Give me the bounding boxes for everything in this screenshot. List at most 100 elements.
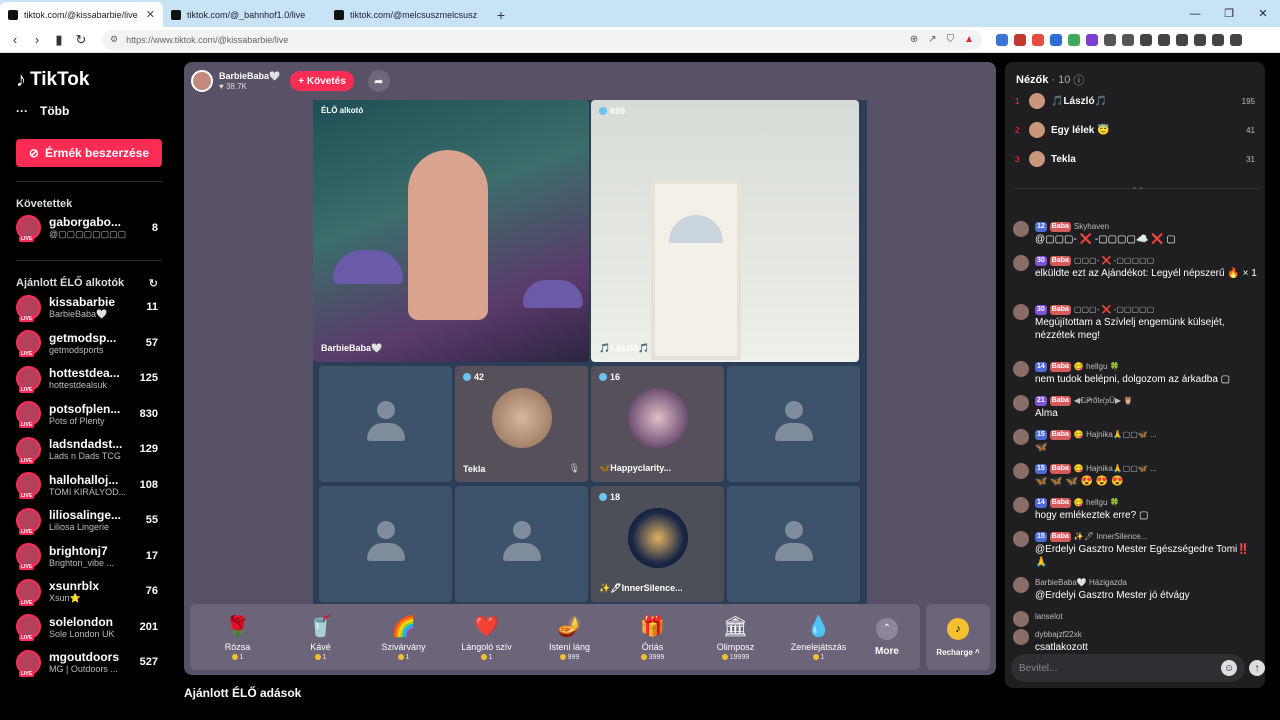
message-username[interactable]: 😋 Hajnika🙏▢▢🦋 ... [1074, 462, 1157, 475]
empty-seat[interactable] [727, 486, 860, 602]
more-menu[interactable]: ··· Több [16, 103, 162, 119]
account-item[interactable]: LIVE gaborgabo... @▢▢▢▢▢▢▢▢ 8 [16, 210, 162, 246]
extension-icon[interactable] [1104, 33, 1116, 46]
share-icon[interactable]: ➦ [367, 70, 390, 92]
top-viewer-row[interactable]: 1 🎵László🎵 195 [1015, 90, 1255, 112]
account-item[interactable]: LIVE hottestdea... hottestdealsuk 125 [16, 361, 162, 397]
video-grid[interactable]: ÉLŐ alkotó BarbieBaba🤍 699 🎵László🎵 42 T… [313, 100, 867, 604]
chat-message[interactable]: 14 Baba 😋 hellgu 🍀 hogy emlékeztek erre? ▢ [1013, 496, 1259, 522]
account-item[interactable]: LIVE ladsndadst... Lads n Dads TCG 129 [16, 432, 162, 468]
expand-chevron-icon[interactable]: ⌄⌄ [1131, 182, 1144, 191]
follow-button[interactable]: + Követés [290, 71, 354, 91]
sidebar-toggle-icon[interactable] [1158, 33, 1170, 46]
empty-seat[interactable] [319, 486, 452, 602]
reload-icon[interactable]: ↻ [72, 30, 90, 50]
host-name[interactable]: BarbieBaba🤍 [219, 71, 280, 82]
empty-seat[interactable] [319, 366, 452, 482]
chat-message[interactable]: BarbieBaba🤍 Házigazda @Erdelyi Gasztro Me… [1013, 576, 1259, 602]
browser-tab-3[interactable]: tiktok.com/@melcsuszmelcsusz [326, 2, 489, 27]
gift-item[interactable]: 💧 Zenelejátszás 1 [777, 614, 860, 661]
get-coins-button[interactable]: ⊘ Érmék beszerzése [16, 139, 162, 167]
chat-message[interactable]: 12 Baba Skyhaven @▢▢▢- ❌ -▢▢▢▢☁️ ❌ ▢ [1013, 220, 1259, 246]
refresh-icon[interactable]: ↻ [149, 277, 158, 290]
site-settings-icon[interactable]: ⚙ [110, 34, 118, 45]
gift-item[interactable]: 🌈 Szivárvány 1 [362, 614, 445, 661]
guest-video-tekla[interactable]: 42 Tekla 🎙 [455, 366, 588, 482]
message-username[interactable]: ◀€𝒫rőt𝑒𝑙𝑝Ù▶ 🦉 [1074, 394, 1133, 407]
bookmark-icon[interactable]: ▮ [50, 30, 68, 50]
tiktok-logo[interactable]: ♪ TikTok [16, 67, 162, 93]
address-bar[interactable]: ⚙ https://www.tiktok.com/@kissabarbie/li… [102, 29, 982, 50]
empty-seat[interactable] [727, 366, 860, 482]
restore-icon[interactable]: ❐ [1212, 0, 1246, 27]
message-username[interactable]: BarbieBaba🤍 Házigazda [1035, 576, 1127, 589]
gift-item[interactable]: 🪔 Isteni láng 999 [528, 614, 611, 661]
gift-item[interactable]: 🌹 Rózsa 1 [196, 614, 279, 661]
account-item[interactable]: LIVE potsofplen... Pots of Plenty 830 [16, 396, 162, 432]
recharge-button[interactable]: ♪ Recharge ^ [926, 604, 990, 670]
account-item[interactable]: LIVE xsunrblx Xsun⭐ 76 [16, 574, 162, 610]
message-username[interactable]: ▢▢▢- ❌ -▢▢▢▢▢ [1074, 254, 1154, 267]
account-item[interactable]: LIVE getmodsp... getmodsports 57 [16, 325, 162, 361]
chat-message[interactable]: 21 Baba ◀€𝒫rőt𝑒𝑙𝑝Ù▶ 🦉 Alma [1013, 394, 1259, 420]
zoom-icon[interactable]: ⊕ [910, 34, 918, 45]
message-username[interactable]: 😋 Hajnika🙏▢▢🦋 ... [1074, 428, 1157, 441]
message-username[interactable]: dybbajzf22xk [1035, 628, 1082, 641]
empty-seat[interactable] [455, 486, 588, 602]
account-item[interactable]: LIVE mgoutdoors MG | Outdoors ... 527 [16, 645, 162, 681]
message-username[interactable]: ▢▢▢- ❌ -▢▢▢▢▢ [1074, 303, 1154, 316]
chat-message[interactable]: 15 Baba 😋 Hajnika🙏▢▢🦋 ... 🦋 [1013, 428, 1259, 454]
message-username[interactable]: ✨🖊 InnerSilence... [1074, 530, 1147, 543]
host-video[interactable]: ÉLŐ alkotó BarbieBaba🤍 [313, 100, 589, 362]
browser-tab-2[interactable]: tiktok.com/@_bahnhof1.0/live [163, 2, 326, 27]
gift-item[interactable]: 🏛 Olimposz 19999 [694, 614, 777, 661]
emoji-icon[interactable]: ☺ [1221, 660, 1237, 676]
close-window-icon[interactable]: ✕ [1246, 0, 1280, 27]
chat-message[interactable]: dybbajzf22xk csatlakozott [1013, 628, 1259, 654]
extension-icon[interactable] [1068, 33, 1080, 46]
guest-video-laszlo[interactable]: 699 🎵László🎵 [591, 100, 859, 362]
message-username[interactable]: lanselot [1035, 610, 1063, 623]
chat-message[interactable]: 15 Baba 😋 Hajnika🙏▢▢🦋 ... 🦋 🦋 🦋 😍 😍 😍 [1013, 462, 1259, 488]
back-icon[interactable]: ‹ [6, 30, 24, 50]
extension-icon[interactable] [1122, 33, 1134, 46]
chat-message[interactable]: 15 Baba ✨🖊 InnerSilence... @Erdelyi Gasztro… [1013, 530, 1259, 569]
extension-icon[interactable] [1050, 33, 1062, 46]
host-avatar[interactable] [191, 70, 213, 92]
extension-icon[interactable] [1032, 33, 1044, 46]
guest-video-innersilence[interactable]: 18 ✨🖊InnerSilence... [591, 486, 724, 602]
message-username[interactable]: 😋 hellgu 🍀 [1074, 360, 1120, 373]
share-page-icon[interactable]: ↗ [928, 34, 936, 45]
forward-icon[interactable]: › [28, 30, 46, 50]
account-item[interactable]: LIVE solelondon Sole London UK 201 [16, 609, 162, 645]
new-tab-icon[interactable]: + [489, 2, 513, 27]
account-item[interactable]: LIVE brightonj7 Brighton_vibe ... 17 [16, 538, 162, 574]
extension-icon[interactable] [1014, 33, 1026, 46]
chat-input[interactable]: Bevitel... ☺ [1011, 654, 1245, 682]
guest-video-happyclarity[interactable]: 16 🦋Happyclarity... [591, 366, 724, 482]
music-icon[interactable] [1140, 33, 1152, 46]
extensions-icon[interactable] [1194, 33, 1206, 46]
close-tab-icon[interactable]: ✕ [146, 8, 155, 21]
chat-message[interactable]: lanselot [1013, 610, 1259, 627]
gift-item[interactable]: 🥤 Kávé 1 [279, 614, 362, 661]
chat-message[interactable]: 14 Baba 😋 hellgu 🍀 nem tudok belépni, dolgo… [1013, 360, 1259, 386]
gift-item[interactable]: 🎁 Óriás 3999 [611, 614, 694, 661]
message-username[interactable]: Skyhaven [1074, 220, 1109, 233]
warning-icon[interactable]: ▲ [964, 34, 974, 45]
browser-tab-1[interactable]: tiktok.com/@kissabarbie/live ✕ [0, 2, 163, 27]
top-viewer-row[interactable]: 3 Tekla 31 [1015, 148, 1255, 170]
extension-icon[interactable] [1086, 33, 1098, 46]
minimize-icon[interactable]: — [1178, 0, 1212, 27]
info-icon[interactable]: ⓘ [1073, 72, 1084, 88]
translate-extension-icon[interactable] [996, 33, 1008, 46]
send-icon[interactable]: ↑ [1249, 660, 1265, 676]
chat-message[interactable]: 30 Baba ▢▢▢- ❌ -▢▢▢▢▢ Megújítottam a Szívle… [1013, 303, 1259, 342]
gift-item[interactable]: ❤️ Lángoló szív 1 [445, 614, 528, 661]
more-gifts-button[interactable]: ⌃ More [860, 617, 914, 657]
chat-message[interactable]: 30 Baba ▢▢▢- ❌ -▢▢▢▢▢ elküldte ezt az Ajánd… [1013, 254, 1259, 280]
account-item[interactable]: LIVE liliosalinge... Liliosa Lingerie 55 [16, 503, 162, 539]
message-username[interactable]: 😋 hellgu 🍀 [1074, 496, 1120, 509]
menu-icon[interactable] [1230, 33, 1242, 46]
bookmarks-icon[interactable] [1176, 33, 1188, 46]
